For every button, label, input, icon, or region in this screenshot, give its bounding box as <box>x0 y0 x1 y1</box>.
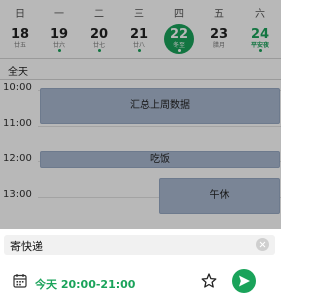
quick-add-panel: 寄快递 今天 20:00-21:00 <box>0 229 281 302</box>
date-time-range[interactable]: 今天 20:00-21:00 <box>35 276 135 292</box>
clear-icon[interactable] <box>256 238 269 251</box>
date-today-label: 今天 <box>35 278 57 291</box>
send-button[interactable] <box>232 269 256 293</box>
event-title-value: 寄快递 <box>10 240 43 253</box>
dim-overlay[interactable] <box>0 0 281 229</box>
send-icon <box>239 275 250 287</box>
calendar-icon[interactable] <box>13 273 27 288</box>
time-range-label: 20:00-21:00 <box>60 278 136 291</box>
calendar-week-view: 日 18 廿五 一 19 廿六 二 20 廿七 三 21 廿八 四 22 冬至 <box>0 0 281 229</box>
event-title-input[interactable]: 寄快递 <box>4 235 275 255</box>
star-icon[interactable] <box>200 272 218 290</box>
